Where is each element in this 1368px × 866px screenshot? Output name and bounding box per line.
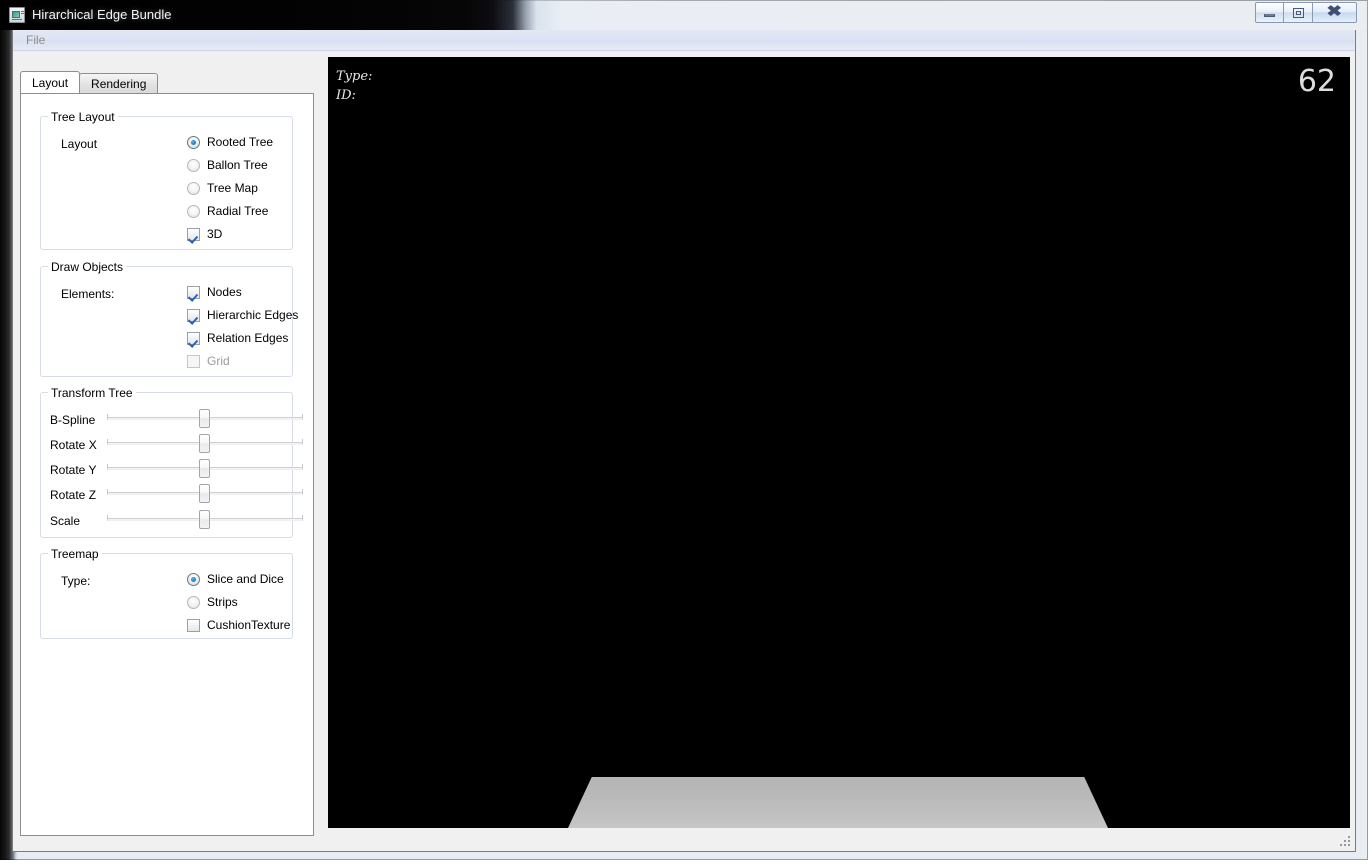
option-label: 3D bbox=[207, 227, 223, 241]
slider-tick bbox=[302, 414, 303, 418]
slider-tick bbox=[302, 439, 303, 443]
option-label: Rooted Tree bbox=[207, 135, 274, 149]
slider-tick bbox=[302, 464, 303, 468]
draw-objects-row-label: Elements: bbox=[61, 287, 115, 301]
checkbox-icon bbox=[187, 308, 200, 322]
checkbox-icon bbox=[187, 618, 200, 632]
radio-slice-and-dice[interactable]: Slice and Dice bbox=[187, 572, 284, 586]
menu-bar: File bbox=[13, 30, 1355, 51]
slider-tick bbox=[107, 489, 108, 493]
ground-plane bbox=[568, 777, 1108, 828]
window-title: Hirarchical Edge Bundle bbox=[32, 7, 172, 22]
slider-thumb[interactable] bbox=[199, 409, 210, 428]
viewport-id-label: ID: bbox=[336, 88, 356, 103]
radio-icon bbox=[187, 158, 200, 172]
slider-tick bbox=[107, 515, 108, 519]
radio-icon bbox=[187, 595, 200, 609]
option-label: Ballon Tree bbox=[207, 158, 268, 172]
checkbox-nodes[interactable]: Nodes bbox=[187, 285, 242, 299]
application-window-icon bbox=[9, 7, 25, 23]
option-label: Nodes bbox=[207, 285, 242, 299]
slider-label-rotate-z: Rotate Z bbox=[50, 488, 97, 502]
close-button[interactable]: ✖ bbox=[1313, 2, 1357, 23]
radio-icon bbox=[187, 572, 200, 586]
tab-strip: Layout Rendering bbox=[20, 71, 159, 93]
3d-render-viewport[interactable]: Type: ID: 62 bbox=[328, 57, 1350, 828]
slider-scale[interactable] bbox=[107, 509, 303, 529]
group-tree-layout: Tree Layout Layout Rooted Tree Ballon Tr… bbox=[40, 110, 293, 250]
radio-strips[interactable]: Strips bbox=[187, 595, 238, 609]
minimize-button[interactable] bbox=[1255, 2, 1284, 23]
minimize-icon bbox=[1264, 13, 1275, 17]
radio-radial-tree[interactable]: Radial Tree bbox=[187, 204, 268, 218]
slider-rotate-z[interactable] bbox=[107, 483, 303, 503]
slider-thumb[interactable] bbox=[199, 484, 210, 503]
window-controls: ✖ bbox=[1255, 2, 1357, 23]
option-label: CushionTexture bbox=[207, 618, 291, 632]
checkbox-relation-edges[interactable]: Relation Edges bbox=[187, 331, 288, 345]
slider-tick bbox=[107, 464, 108, 468]
settings-tab-control: Layout Rendering Tree Layout Layout Root… bbox=[20, 71, 314, 836]
slider-label-rotate-y: Rotate Y bbox=[50, 463, 97, 477]
group-treemap-title: Treemap bbox=[48, 547, 102, 561]
group-transform-tree-title: Transform Tree bbox=[48, 386, 136, 400]
application-window: Hirarchical Edge Bundle ✖ File Layout Re… bbox=[0, 0, 1368, 860]
tab-panel-layout: Tree Layout Layout Rooted Tree Ballon Tr… bbox=[20, 93, 314, 836]
checkbox-icon bbox=[187, 331, 200, 345]
option-label: Strips bbox=[207, 595, 238, 609]
slider-thumb[interactable] bbox=[199, 459, 210, 478]
window-client-area: File Layout Rendering Tree Layout Layout… bbox=[12, 30, 1356, 852]
option-label: Relation Edges bbox=[207, 331, 289, 345]
maximize-icon bbox=[1292, 7, 1304, 18]
checkbox-icon bbox=[187, 354, 200, 368]
slider-thumb[interactable] bbox=[199, 510, 210, 529]
radio-icon bbox=[187, 181, 200, 195]
slider-tick bbox=[107, 414, 108, 418]
tab-rendering[interactable]: Rendering bbox=[79, 73, 159, 93]
slider-rotate-y[interactable] bbox=[107, 458, 303, 478]
tab-layout[interactable]: Layout bbox=[20, 71, 81, 93]
radio-tree-map[interactable]: Tree Map bbox=[187, 181, 258, 195]
slider-b-spline[interactable] bbox=[107, 408, 303, 428]
fps-counter: 62 bbox=[1297, 64, 1336, 99]
slider-tick bbox=[302, 515, 303, 519]
treemap-row-label: Type: bbox=[61, 574, 91, 588]
option-label: Hierarchic Edges bbox=[207, 308, 299, 322]
radio-ballon-tree[interactable]: Ballon Tree bbox=[187, 158, 268, 172]
checkbox-grid: Grid bbox=[187, 354, 230, 368]
radio-icon bbox=[187, 204, 200, 218]
group-transform-tree: Transform Tree B-Spline Rotate X Rotate … bbox=[40, 386, 303, 538]
group-draw-objects: Draw Objects Elements: Nodes Hierarchic … bbox=[40, 260, 298, 377]
checkbox-hierarchic-edges[interactable]: Hierarchic Edges bbox=[187, 308, 298, 322]
option-label: Grid bbox=[207, 354, 230, 368]
slider-label-rotate-x: Rotate X bbox=[50, 438, 97, 452]
checkbox-3d[interactable]: 3D bbox=[187, 227, 222, 241]
maximize-button[interactable] bbox=[1284, 2, 1313, 23]
group-tree-layout-title: Tree Layout bbox=[48, 110, 118, 124]
option-label: Slice and Dice bbox=[207, 572, 284, 586]
slider-label-b-spline: B-Spline bbox=[50, 413, 96, 427]
radio-rooted-tree[interactable]: Rooted Tree bbox=[187, 135, 273, 149]
option-label: Radial Tree bbox=[207, 204, 269, 218]
close-icon: ✖ bbox=[1326, 4, 1343, 20]
checkbox-icon bbox=[187, 227, 200, 241]
tree-layout-row-label: Layout bbox=[61, 137, 98, 151]
menu-item-file[interactable]: File bbox=[22, 33, 49, 47]
group-treemap: Treemap Type: Slice and Dice Strips Cush… bbox=[40, 547, 293, 639]
checkbox-cushion-texture[interactable]: CushionTexture bbox=[187, 618, 290, 632]
resize-grip[interactable] bbox=[1340, 836, 1352, 848]
slider-tick bbox=[302, 489, 303, 493]
radio-icon bbox=[187, 135, 200, 149]
slider-rotate-x[interactable] bbox=[107, 433, 303, 453]
title-bar[interactable]: Hirarchical Edge Bundle ✖ bbox=[0, 0, 1368, 30]
option-label: Tree Map bbox=[207, 181, 258, 195]
slider-label-scale: Scale bbox=[50, 514, 81, 528]
viewport-type-label: Type: bbox=[336, 69, 373, 84]
slider-tick bbox=[107, 439, 108, 443]
group-draw-objects-title: Draw Objects bbox=[48, 260, 127, 274]
slider-thumb[interactable] bbox=[199, 434, 210, 453]
checkbox-icon bbox=[187, 285, 200, 299]
